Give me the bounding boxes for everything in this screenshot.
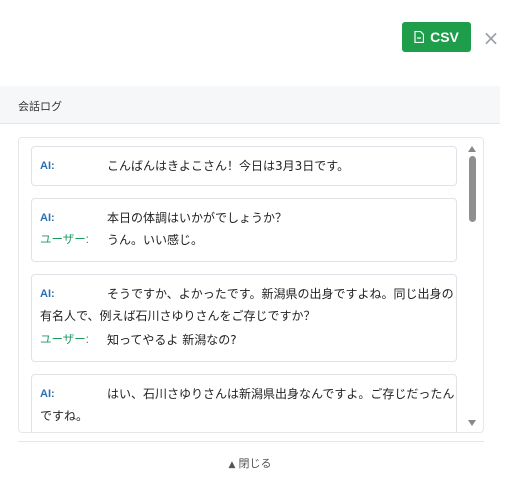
conversation-log[interactable]: AI: こんばんはきよこさん！今日は3月3日です。 AI: 本日の体調はいかがで… [18,137,484,433]
message-line: AI: 本日の体調はいかがでしょうか？ [32,207,456,229]
section-title: 会話ログ [18,100,62,113]
message-text: はい、石川さゆりさんは新潟県出身なんですよ。ご存じだったん [107,387,455,401]
section-header: 会話ログ [0,86,500,124]
speaker-label-ai: AI: [40,212,55,224]
message-card: AI: 本日の体調はいかがでしょうか？ ユーザー: うん。いい感じ。 [31,198,457,262]
message-text: こんばんはきよこさん！今日は3月3日です。 [107,159,350,173]
collapse-button[interactable]: ▲ 閉じる [0,455,500,471]
message-list: AI: こんばんはきよこさん！今日は3月3日です。 AI: 本日の体調はいかがで… [31,146,457,432]
message-text: 有名人で、例えば石川さゆりさんをご存じですか？ [40,309,316,323]
speaker-label-user: ユーザー: [40,334,89,346]
message-card: AI: はい、石川さゆりさんは新潟県出身なんですよ。ご存じだったん ですね。 [31,374,457,432]
speaker-label-ai: AI: [40,160,55,172]
message-continuation: 有名人で、例えば石川さゆりさんをご存じですか？ [32,305,456,327]
speaker-label-ai: AI: [40,388,55,400]
csv-export-button[interactable]: CSV [402,22,471,52]
message-line: AI: はい、石川さゆりさんは新潟県出身なんですよ。ご存じだったん [32,383,456,405]
divider [18,441,484,442]
speaker-label-user: ユーザー: [40,234,89,246]
collapse-label: 閉じる [238,457,272,470]
message-text: うん。いい感じ。 [107,233,204,247]
close-icon[interactable]: × [482,28,500,48]
message-continuation: ですね。 [32,405,456,427]
toolbar: CSV × [0,0,512,80]
message-text: そうですか、よかったです。新潟県の出身ですよね。同じ出身の [107,287,454,301]
scroll-up-icon[interactable] [468,146,476,152]
message-line: ユーザー: うん。いい感じ。 [32,229,456,251]
scrollbar-thumb[interactable] [469,156,476,222]
message-text: 知ってやるよ 新潟なの? [107,333,237,347]
scroll-down-icon[interactable] [468,420,476,426]
message-card: AI: そうですか、よかったです。新潟県の出身ですよね。同じ出身の 有名人で、例… [31,274,457,362]
message-line: ユーザー: 知ってやるよ 新潟なの? [32,329,456,351]
message-line: AI: そうですか、よかったです。新潟県の出身ですよね。同じ出身の [32,283,456,305]
message-text: 本日の体調はいかがでしょうか？ [107,211,288,225]
message-card: AI: こんばんはきよこさん！今日は3月3日です。 [31,146,457,186]
message-line: AI: こんばんはきよこさん！今日は3月3日です。 [32,155,456,177]
message-text: ですね。 [40,409,89,423]
speaker-label-ai: AI: [40,288,55,300]
file-icon [414,31,425,43]
csv-button-label: CSV [430,29,459,45]
scrollbar[interactable] [464,140,480,432]
triangle-up-icon: ▲ [228,460,236,470]
